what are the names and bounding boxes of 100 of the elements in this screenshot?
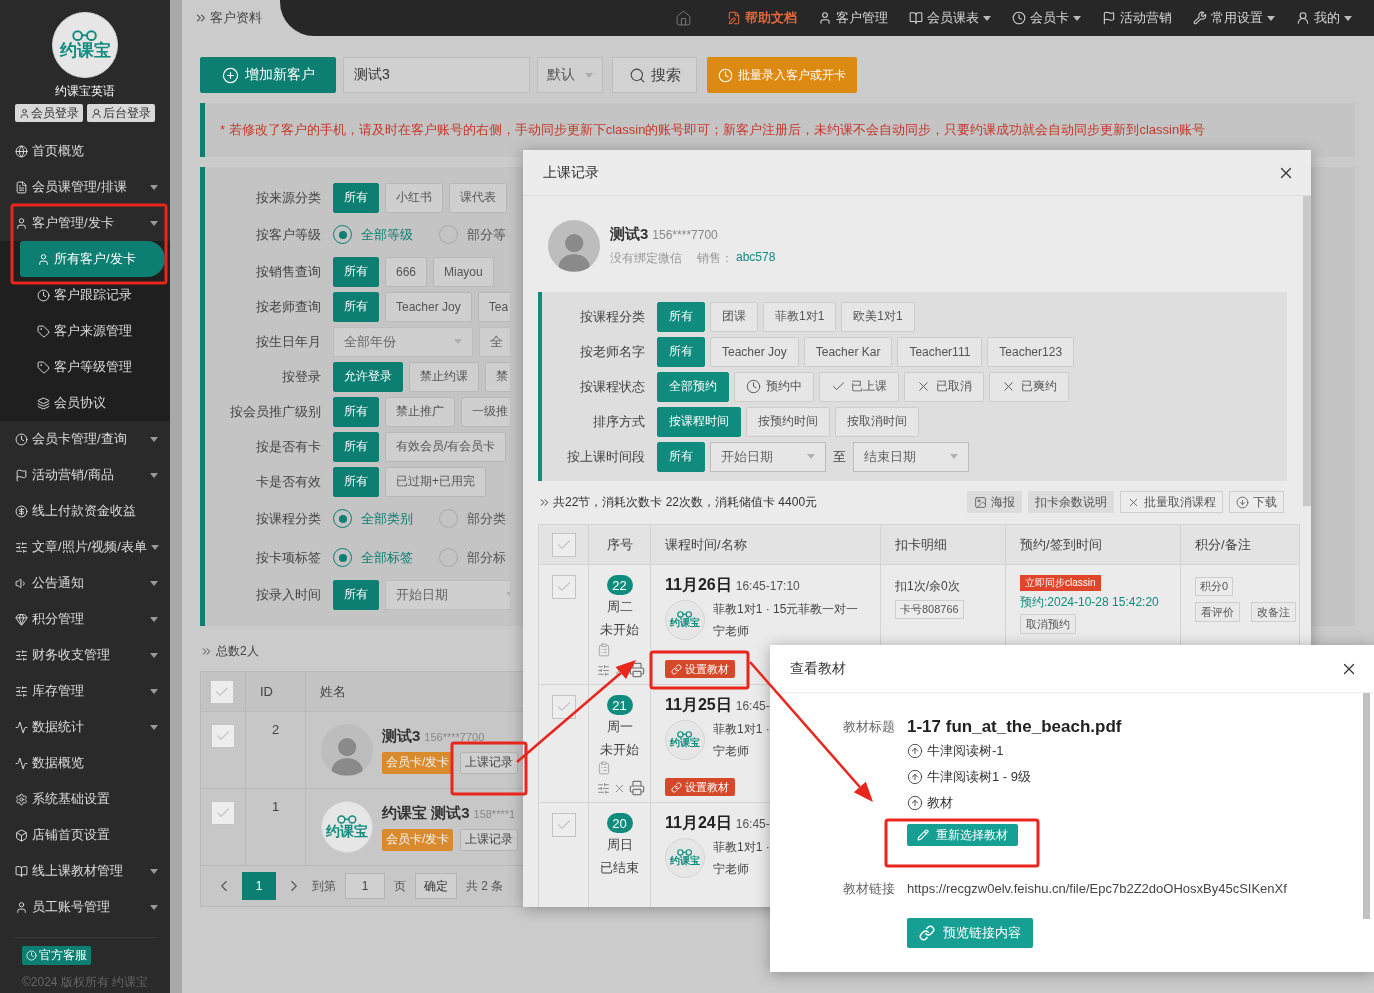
- filter-option[interactable]: 已取消: [904, 371, 984, 402]
- filter-option[interactable]: Teacher111: [897, 336, 983, 367]
- page-input[interactable]: 1: [345, 873, 385, 899]
- checkbox[interactable]: [551, 813, 576, 837]
- checkbox[interactable]: [551, 695, 576, 719]
- filter-option[interactable]: 禁止约课: [409, 361, 479, 392]
- filter-option[interactable]: 所有: [333, 396, 379, 427]
- login-button[interactable]: 会员登录: [15, 104, 83, 122]
- checkbox[interactable]: [211, 724, 235, 748]
- filter-option[interactable]: 所有: [333, 182, 379, 213]
- filter-option[interactable]: 团课: [710, 301, 758, 332]
- filter-option[interactable]: 菲教1对1: [763, 301, 837, 332]
- class-records-button[interactable]: 上课记录: [460, 828, 519, 851]
- date-select[interactable]: 开始日期: [710, 441, 826, 472]
- date-select[interactable]: 结束日期: [853, 441, 969, 472]
- sidebar-item[interactable]: 店铺首页设置: [0, 817, 170, 853]
- sidebar-item[interactable]: 库存管理: [0, 673, 170, 709]
- sidebar-item[interactable]: 财务收支管理: [0, 637, 170, 673]
- sidebar-item[interactable]: 会员卡管理/查询: [0, 421, 170, 457]
- filter-option[interactable]: 所有: [333, 431, 379, 462]
- checkbox[interactable]: [551, 532, 576, 557]
- filter-option[interactable]: 禁: [485, 361, 510, 392]
- checkbox[interactable]: [211, 801, 235, 825]
- filter-option[interactable]: Tea: [477, 291, 510, 322]
- confirm-button[interactable]: 确定: [415, 873, 457, 899]
- filter-option[interactable]: 按取消时间: [835, 406, 919, 437]
- action-button[interactable]: 批量取消课程: [1120, 491, 1223, 513]
- sidebar-item[interactable]: 系统基础设置: [0, 781, 170, 817]
- radio-option[interactable]: 部分类: [439, 509, 506, 528]
- filter-option[interactable]: 小红书: [385, 182, 443, 213]
- search-field[interactable]: 测试3: [343, 57, 530, 93]
- sidebar-subitem[interactable]: 所有客户/发卡: [20, 241, 165, 277]
- login-button[interactable]: 后台登录: [87, 104, 155, 122]
- cancel-booking-button[interactable]: 取消预约: [1020, 614, 1076, 634]
- date-select[interactable]: 全: [479, 326, 510, 357]
- sidebar-subitem[interactable]: 会员协议: [20, 385, 165, 421]
- filter-option[interactable]: Teacher Kar: [803, 336, 893, 367]
- page-button[interactable]: 1: [242, 872, 276, 900]
- filter-option[interactable]: 预约中: [734, 371, 814, 402]
- filter-option[interactable]: 已上课: [819, 371, 899, 402]
- sidebar-item[interactable]: 员工账号管理: [0, 889, 170, 925]
- nav-link[interactable]: 我的: [1296, 9, 1352, 27]
- filter-option[interactable]: 所有: [657, 301, 705, 332]
- checkbox[interactable]: [551, 575, 576, 599]
- sidebar-subitem[interactable]: 客户来源管理: [20, 313, 165, 349]
- sidebar-item[interactable]: 首页概览: [0, 133, 170, 169]
- add-customer-button[interactable]: 增加新客户: [200, 57, 336, 93]
- reselect-material-button[interactable]: 重新选择教材: [907, 824, 1018, 846]
- radio-option[interactable]: 部分标: [439, 548, 506, 567]
- support-badge[interactable]: 官方客服: [22, 946, 91, 965]
- nav-link[interactable]: 帮助文档: [727, 9, 797, 27]
- date-select[interactable]: 全部年份: [333, 326, 473, 357]
- nav-link[interactable]: 常用设置: [1193, 9, 1275, 27]
- set-material-button[interactable]: 设置教材: [665, 660, 735, 678]
- search-button[interactable]: 搜索: [612, 57, 697, 93]
- filter-option[interactable]: 所有: [333, 579, 379, 610]
- filter-option[interactable]: 按预约时间: [746, 406, 830, 437]
- action-button[interactable]: 海报: [967, 491, 1022, 513]
- view-review-button[interactable]: 看评价: [1195, 602, 1240, 622]
- filter-option[interactable]: 所有: [657, 441, 705, 472]
- sidebar-item[interactable]: 数据概览: [0, 745, 170, 781]
- sidebar-item[interactable]: 客户管理/发卡: [0, 205, 170, 241]
- sidebar-item[interactable]: 数据统计: [0, 709, 170, 745]
- filter-option[interactable]: 已爽约: [989, 371, 1069, 402]
- filter-option[interactable]: Teacher Joy: [385, 291, 472, 322]
- filter-option[interactable]: 欧美1对1: [841, 301, 915, 332]
- filter-option[interactable]: Miayou: [433, 256, 494, 287]
- sort-select[interactable]: 默认: [537, 57, 603, 93]
- filter-option[interactable]: Teacher123: [987, 336, 1075, 367]
- filter-option[interactable]: 已过期+已用完: [385, 466, 486, 497]
- sidebar-subitem[interactable]: 客户跟踪记录: [20, 277, 165, 313]
- nav-link[interactable]: 会员卡: [1012, 9, 1081, 27]
- sidebar-item[interactable]: 活动营销/商品: [0, 457, 170, 493]
- edit-note-button[interactable]: 改备注: [1251, 602, 1296, 622]
- sidebar-item[interactable]: 文章/照片/视频/表单: [0, 529, 170, 565]
- preview-link-button[interactable]: 预览链接内容: [907, 918, 1033, 948]
- nav-link[interactable]: 活动营销: [1102, 9, 1172, 27]
- filter-option[interactable]: 所有: [333, 256, 379, 287]
- date-select[interactable]: 开始日期: [385, 579, 510, 610]
- radio-option[interactable]: 部分等: [439, 225, 506, 244]
- sidebar-item[interactable]: 公告通知: [0, 565, 170, 601]
- nav-link[interactable]: 会员课表: [909, 9, 991, 27]
- filter-option[interactable]: 所有: [333, 291, 379, 322]
- filter-option[interactable]: 课代表: [449, 182, 507, 213]
- nav-link[interactable]: 客户管理: [818, 9, 888, 27]
- action-button[interactable]: 扣卡余数说明: [1028, 491, 1114, 513]
- sync-classin-button[interactable]: 立即同步classin: [1020, 575, 1101, 591]
- filter-option[interactable]: 所有: [333, 466, 379, 497]
- sidebar-subitem[interactable]: 客户等级管理: [20, 349, 165, 385]
- set-material-button[interactable]: 设置教材: [665, 778, 735, 796]
- sidebar-item[interactable]: 积分管理: [0, 601, 170, 637]
- filter-option[interactable]: 允许登录: [333, 361, 403, 392]
- sidebar-item[interactable]: 线上课教材管理: [0, 853, 170, 889]
- action-button[interactable]: 下载: [1229, 491, 1284, 513]
- sidebar-item[interactable]: 会员课管理/排课: [0, 169, 170, 205]
- filter-option[interactable]: 一级推: [461, 396, 510, 427]
- sidebar-item[interactable]: 线上付款资金收益: [0, 493, 170, 529]
- filter-option[interactable]: 666: [385, 256, 428, 287]
- filter-option[interactable]: Teacher Joy: [710, 336, 799, 367]
- filter-option[interactable]: 所有: [657, 336, 705, 367]
